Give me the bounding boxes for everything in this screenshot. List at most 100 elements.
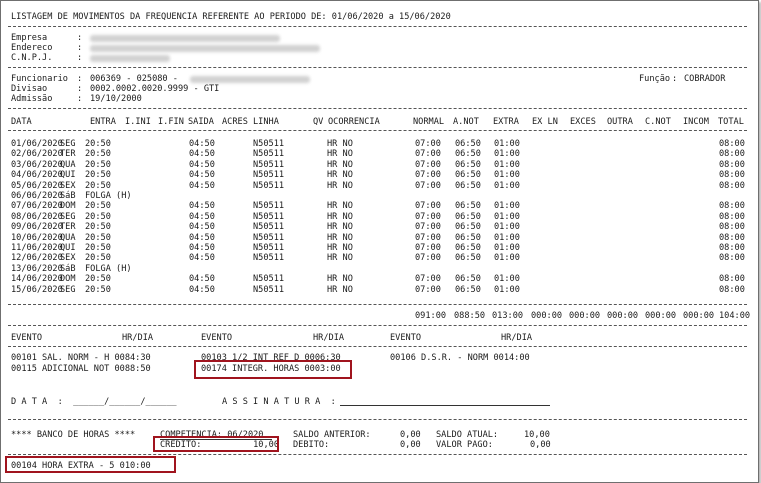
cell-day: QUA [60, 232, 76, 243]
cell-saida: 04:50 [189, 274, 215, 285]
total-value: 088:50 [454, 311, 486, 321]
funcionario-label: Funcionario [11, 74, 68, 84]
funcao-value: COBRADOR [684, 74, 726, 84]
column-header: EXTRA [493, 117, 519, 127]
cell-normal: 07:00 [415, 284, 441, 295]
cell-anot: 06:50 [455, 180, 481, 191]
divider [8, 67, 747, 68]
cell-day: SEG [60, 211, 76, 222]
cell-entra: 20:50 [85, 170, 111, 181]
cell-day: QUI [60, 170, 76, 181]
cell-ocorr: HR NO [327, 139, 353, 149]
redacted-value [90, 45, 320, 52]
divider [8, 304, 747, 305]
cell-extra: 01:00 [494, 180, 520, 191]
cell-anot: 06:50 [455, 149, 481, 160]
cell-entra: 20:50 [85, 180, 111, 191]
cell-saida: 04:50 [189, 159, 215, 170]
column-header: EX LN [532, 117, 558, 127]
total-value: 104:00 [719, 311, 751, 321]
cell-extra: 01:00 [494, 274, 520, 285]
saldo-anterior-value: 0,00 [400, 430, 421, 440]
event-header: HR/DIA [313, 333, 345, 343]
cell-day: SáB [60, 191, 76, 201]
cell-date: 09/06/2020 [11, 222, 63, 233]
redacted-value [90, 55, 170, 62]
redacted-value [190, 76, 310, 83]
cell-day: DOM [60, 201, 76, 212]
cell-anot: 06:50 [455, 243, 481, 253]
cell-entra: 20:50 [85, 139, 111, 149]
cell-day: DOM [60, 274, 76, 285]
admissao-value: 19/10/2000 [90, 94, 142, 104]
cell-normal: 07:00 [415, 170, 441, 181]
total-value: 000:00 [569, 311, 601, 321]
cell-date: 02/06/2020 [11, 149, 63, 160]
cell-entra: 20:50 [85, 284, 111, 295]
event-header: EVENTO [201, 333, 233, 343]
cell-date: 08/06/2020 [11, 211, 63, 222]
column-header: SAIDA [188, 117, 214, 127]
colon: : [77, 94, 83, 104]
cell-day: SEX [60, 180, 76, 191]
saldo-anterior-label: SALDO ANTERIOR: [293, 430, 371, 440]
cell-saida: 04:50 [189, 222, 215, 233]
divider [8, 108, 747, 109]
event-item: 00106 D.S.R. - NORM 0014:00 [390, 353, 530, 363]
cell-total: 08:00 [719, 211, 745, 222]
cell-total: 08:00 [719, 274, 745, 285]
valor-pago-label: VALOR PAGO: [436, 440, 493, 450]
cell-linha: N50511 [253, 211, 285, 222]
cell-normal: 07:00 [415, 180, 441, 191]
cell-date: 10/06/2020 [11, 232, 63, 243]
assinatura-label: A S S I N A T U R A : [222, 397, 336, 407]
total-value: 000:00 [683, 311, 715, 321]
cell-linha: N50511 [253, 253, 285, 264]
cell-anot: 06:50 [455, 211, 481, 222]
cell-anot: 06:50 [455, 274, 481, 285]
cell-normal: 07:00 [415, 243, 441, 253]
cell-extra: 01:00 [494, 243, 520, 253]
funcao-label: Função [639, 74, 671, 84]
cell-ocorr: HR NO [327, 222, 353, 233]
cell-entra: 20:50 [85, 201, 111, 212]
colon: : [672, 74, 678, 84]
signature-line [340, 405, 550, 406]
cnpj-label: C.N.P.J. [11, 53, 53, 63]
cell-entra: 20:50 [85, 232, 111, 243]
column-header: DATA [11, 117, 32, 127]
cell-saida: 04:50 [189, 170, 215, 181]
column-header: I.FIN [158, 117, 184, 127]
redacted-value [90, 35, 280, 42]
cell-day: SEG [60, 284, 76, 295]
cell-entra: 20:50 [85, 253, 111, 264]
cell-ocorr: HR NO [327, 243, 353, 253]
cell-date: 12/06/2020 [11, 253, 63, 264]
cell-ocorr: HR NO [327, 180, 353, 191]
empresa-label: Empresa [11, 33, 48, 43]
divisao-value: 0002.0002.0020.9999 - GTI [90, 84, 220, 94]
cell-ocorr: HR NO [327, 211, 353, 222]
report-title: LISTAGEM DE MOVIMENTOS DA FREQUENCIA REF… [11, 12, 451, 22]
cell-saida: 04:50 [189, 149, 215, 160]
cell-date: 07/06/2020 [11, 201, 63, 212]
cell-total: 08:00 [719, 159, 745, 170]
cell-date: 03/06/2020 [11, 159, 63, 170]
colon: : [77, 33, 83, 43]
event-item: 00115 ADICIONAL NOT 0088:50 [11, 364, 151, 374]
funcionario-value: 006369 - 025080 - [90, 74, 178, 84]
cell-linha: N50511 [253, 139, 285, 149]
total-value: 000:00 [645, 311, 677, 321]
colon: : [77, 43, 83, 53]
cell-total: 08:00 [719, 284, 745, 295]
cell-date: 04/06/2020 [11, 170, 63, 181]
divider [8, 325, 747, 326]
cell-total: 08:00 [719, 149, 745, 160]
cell-entra: 20:50 [85, 159, 111, 170]
cell-total: 08:00 [719, 253, 745, 264]
cell-normal: 07:00 [415, 232, 441, 243]
debito-value: 0,00 [400, 440, 421, 450]
cell-normal: 07:00 [415, 211, 441, 222]
cell-ocorr: HR NO [327, 274, 353, 285]
event-header: EVENTO [11, 333, 43, 343]
